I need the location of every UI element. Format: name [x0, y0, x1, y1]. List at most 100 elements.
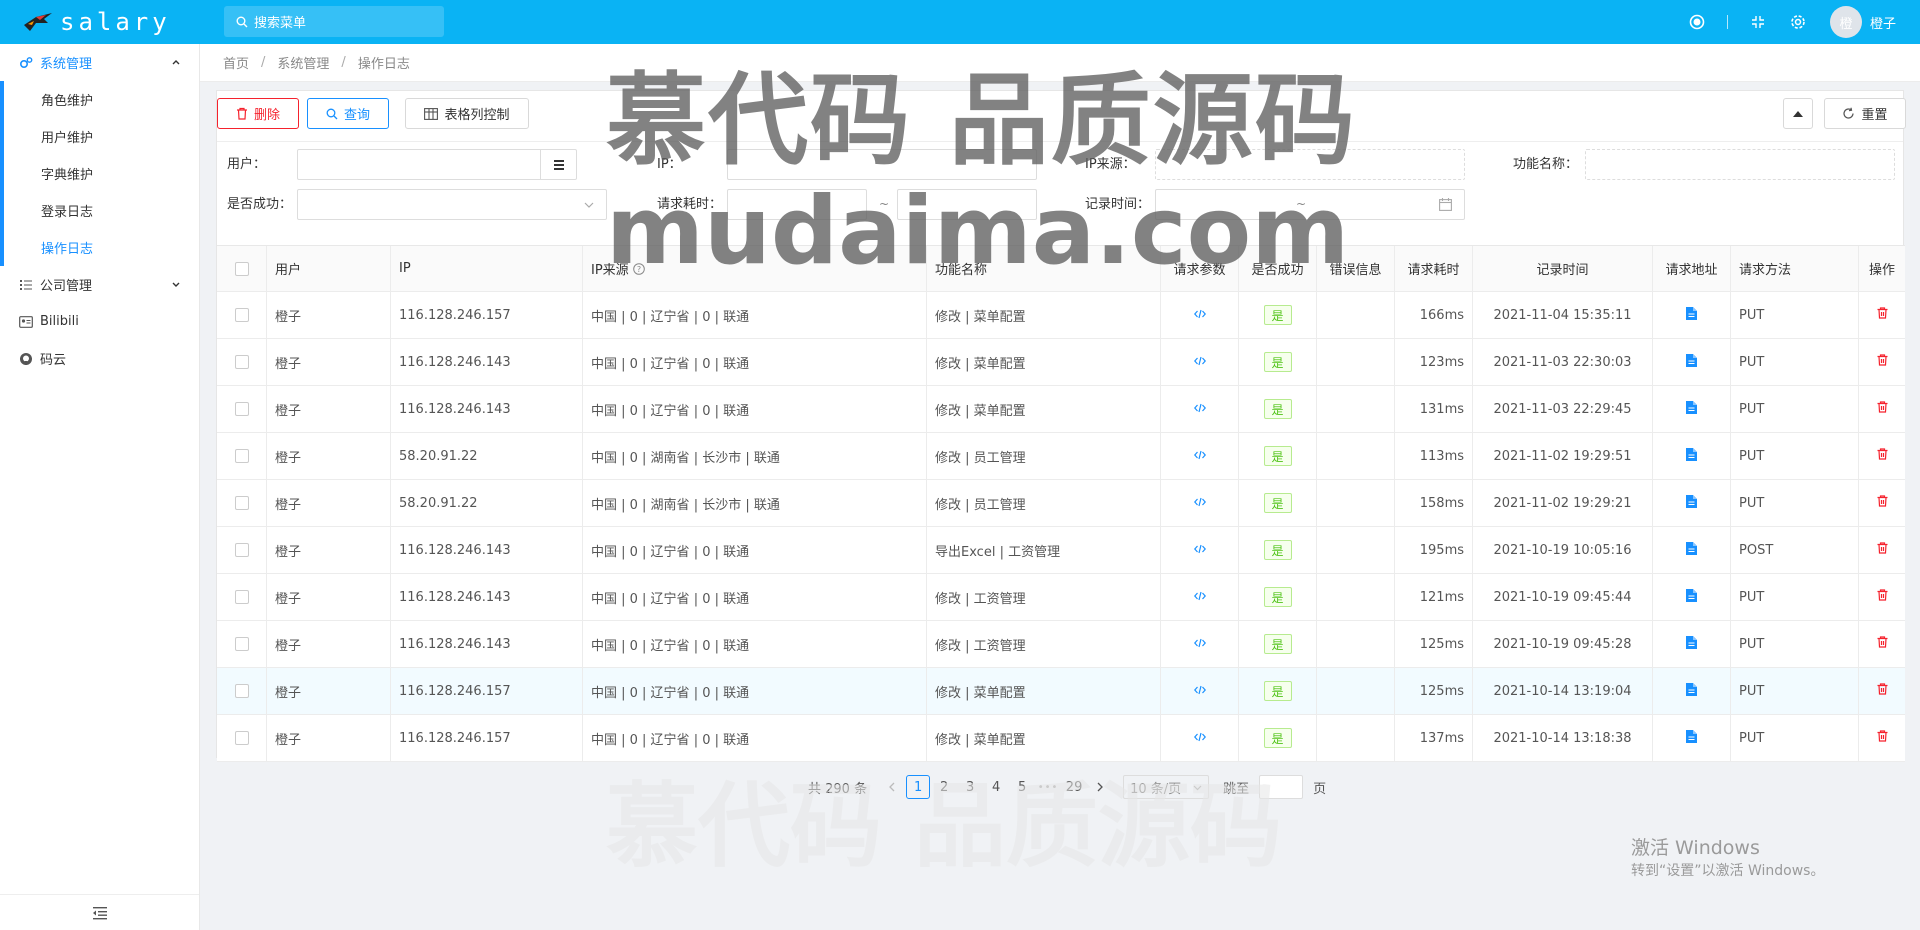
ip-filter-input[interactable] — [727, 149, 1037, 180]
trash-icon[interactable] — [1877, 448, 1888, 464]
header-ip[interactable]: IP — [391, 246, 583, 291]
header-duration[interactable]: 请求耗时 — [1395, 246, 1473, 291]
file-icon[interactable] — [1686, 541, 1697, 559]
menu-search-input[interactable]: 搜索菜单 — [224, 6, 444, 37]
sidebar-group-company[interactable]: 公司管理 — [0, 266, 199, 303]
sidebar-item-role[interactable]: 角色维护 — [0, 81, 199, 118]
collapse-filters-button[interactable] — [1783, 98, 1813, 129]
header-url[interactable]: 请求地址 — [1653, 246, 1731, 291]
record-icon[interactable] — [1677, 0, 1717, 44]
sidebar-item-dict[interactable]: 字典维护 — [0, 155, 199, 192]
trash-icon[interactable] — [1877, 307, 1888, 323]
header-ip-source[interactable]: IP来源 ? — [583, 246, 927, 291]
file-icon[interactable] — [1686, 306, 1697, 324]
file-icon[interactable] — [1686, 494, 1697, 512]
row-checkbox[interactable] — [234, 637, 249, 651]
trash-icon[interactable] — [1877, 683, 1888, 699]
trash-icon[interactable] — [1877, 589, 1888, 605]
user-filter-input[interactable] — [297, 149, 577, 180]
row-checkbox[interactable] — [234, 496, 249, 510]
header-error[interactable]: 错误信息 — [1317, 246, 1395, 291]
table-row[interactable]: 橙子 116.128.246.157 中国 | 0 | 辽宁省 | 0 | 联通 修改… — [217, 292, 1905, 339]
sidebar-item-user[interactable]: 用户维护 — [0, 118, 199, 155]
duration-max-input[interactable] — [897, 189, 1037, 220]
row-checkbox[interactable] — [234, 402, 249, 416]
duration-min-input[interactable] — [727, 189, 867, 220]
query-button[interactable]: 查询 — [307, 98, 389, 129]
file-icon[interactable] — [1686, 729, 1697, 747]
select-all-checkbox[interactable] — [234, 261, 249, 276]
prev-page-button[interactable] — [880, 775, 904, 799]
code-icon[interactable] — [1193, 731, 1206, 746]
table-row[interactable]: 橙子 116.128.246.143 中国 | 0 | 辽宁省 | 0 | 联通 导出… — [217, 527, 1905, 574]
trash-icon[interactable] — [1877, 730, 1888, 746]
app-logo[interactable]: salary — [0, 0, 200, 44]
table-row[interactable]: 橙子 116.128.246.157 中国 | 0 | 辽宁省 | 0 | 联通 修改… — [217, 668, 1905, 715]
code-icon[interactable] — [1193, 637, 1206, 652]
sidebar-item-login-log[interactable]: 登录日志 — [0, 192, 199, 229]
sidebar-item-bilibili[interactable]: Bilibili — [0, 303, 199, 340]
row-checkbox[interactable] — [234, 308, 249, 322]
collapse-sidebar-button[interactable] — [0, 894, 199, 930]
breadcrumb-system[interactable]: 系统管理 — [277, 53, 329, 72]
page-last[interactable]: 29 — [1062, 775, 1086, 799]
trash-icon[interactable] — [1877, 636, 1888, 652]
reset-button[interactable]: 重置 — [1824, 98, 1906, 129]
jump-page-input[interactable] — [1259, 775, 1304, 799]
row-checkbox[interactable] — [234, 543, 249, 557]
success-filter-select[interactable] — [297, 189, 607, 220]
header-record-time[interactable]: 记录时间 — [1473, 246, 1653, 291]
file-icon[interactable] — [1686, 682, 1697, 700]
breadcrumb-home[interactable]: 首页 — [223, 53, 249, 72]
table-row[interactable]: 橙子 116.128.246.143 中国 | 0 | 辽宁省 | 0 | 联通 修改… — [217, 386, 1905, 433]
avatar[interactable]: 橙 — [1829, 6, 1862, 38]
header-method[interactable]: 请求方法 — [1731, 246, 1859, 291]
username[interactable]: 橙子 — [1870, 13, 1896, 32]
sidebar-group-system[interactable]: 系统管理 — [0, 44, 199, 81]
code-icon[interactable] — [1193, 496, 1206, 511]
trash-icon[interactable] — [1877, 401, 1888, 417]
code-icon[interactable] — [1193, 355, 1206, 370]
next-page-button[interactable] — [1088, 775, 1112, 799]
file-icon[interactable] — [1686, 353, 1697, 371]
trash-icon[interactable] — [1877, 354, 1888, 370]
function-filter-input[interactable] — [1585, 149, 1895, 180]
page-size-select[interactable]: 10 条/页 — [1123, 775, 1210, 799]
header-user[interactable]: 用户 — [267, 246, 391, 291]
header-params[interactable]: 请求参数 — [1161, 246, 1239, 291]
trash-icon[interactable] — [1877, 542, 1888, 558]
file-icon[interactable] — [1686, 447, 1697, 465]
ip-source-filter-input[interactable] — [1155, 149, 1465, 180]
row-checkbox[interactable] — [234, 684, 249, 698]
column-control-button[interactable]: 表格列控制 — [405, 98, 529, 129]
file-icon[interactable] — [1686, 635, 1697, 653]
trash-icon[interactable] — [1877, 495, 1888, 511]
question-circle-icon[interactable]: ? — [632, 262, 645, 275]
user-picker-icon[interactable] — [540, 150, 576, 179]
table-row[interactable]: 橙子 116.128.246.143 中国 | 0 | 辽宁省 | 0 | 联通 修改… — [217, 574, 1905, 621]
page-5[interactable]: 5 — [1010, 775, 1034, 799]
page-2[interactable]: 2 — [932, 775, 956, 799]
table-row[interactable]: 橙子 58.20.91.22 中国 | 0 | 湖南省 | 长沙市 | 联通 修改 |… — [217, 480, 1905, 527]
sidebar-item-operation-log[interactable]: 操作日志 — [0, 229, 199, 266]
code-icon[interactable] — [1193, 543, 1206, 558]
code-icon[interactable] — [1193, 590, 1206, 605]
code-icon[interactable] — [1193, 308, 1206, 323]
code-icon[interactable] — [1193, 684, 1206, 699]
file-icon[interactable] — [1686, 588, 1697, 606]
sidebar-item-gitee[interactable]: 码云 — [0, 340, 199, 377]
row-checkbox[interactable] — [234, 731, 249, 745]
page-3[interactable]: 3 — [958, 775, 982, 799]
table-row[interactable]: 橙子 116.128.246.157 中国 | 0 | 辽宁省 | 0 | 联通 修改… — [217, 715, 1905, 762]
page-4[interactable]: 4 — [984, 775, 1008, 799]
gear-icon[interactable] — [1778, 0, 1818, 44]
code-icon[interactable] — [1193, 449, 1206, 464]
header-success[interactable]: 是否成功 — [1239, 246, 1317, 291]
fullscreen-icon[interactable] — [1738, 0, 1778, 44]
row-checkbox[interactable] — [234, 355, 249, 369]
header-function[interactable]: 功能名称 — [927, 246, 1161, 291]
table-row[interactable]: 橙子 116.128.246.143 中国 | 0 | 辽宁省 | 0 | 联通 修改… — [217, 621, 1905, 668]
page-1[interactable]: 1 — [906, 775, 931, 799]
record-time-range-picker[interactable]: ~ — [1155, 189, 1465, 220]
table-row[interactable]: 橙子 116.128.246.143 中国 | 0 | 辽宁省 | 0 | 联通 修改… — [217, 339, 1905, 386]
